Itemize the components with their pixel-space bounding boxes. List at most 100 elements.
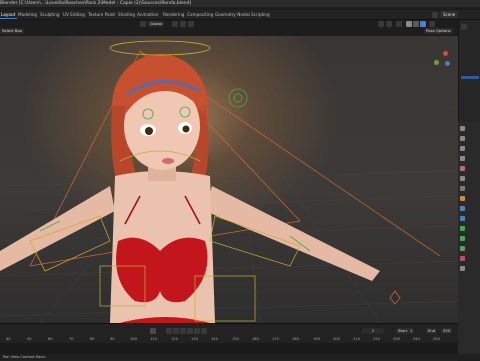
tab-texture-paint[interactable]: Texture Paint [88,10,115,19]
proportional-edit-icon[interactable] [188,21,194,27]
particles-props-icon[interactable] [460,216,465,221]
gizmo-toggle-icon[interactable] [378,21,384,27]
right-pupil [182,125,190,133]
tab-modeling[interactable]: Modeling [18,10,37,19]
left-pupil [145,127,153,135]
outliner-display-icon[interactable] [461,24,467,30]
jump-end-icon[interactable] [201,328,207,334]
world-props-icon[interactable] [460,176,465,181]
constraints-props-icon[interactable] [460,236,465,241]
tick-label: 160 [252,337,259,341]
data-props-icon[interactable] [460,246,465,251]
overlay-toggle-icon[interactable] [386,21,392,27]
window-title: Blender [C:\Users\...\Lovellia\Reaches\P… [0,1,192,6]
tick-label: 220 [373,337,380,341]
end-frame-label: End [426,328,438,334]
tab-animation[interactable]: Animation [137,10,158,19]
tab-uv-editing[interactable]: UV Editing [63,10,85,19]
xray-toggle-icon[interactable] [396,21,402,27]
pose-options-dropdown[interactable]: Pose Options [424,28,453,34]
step-forward-icon[interactable] [194,328,200,334]
tick-label: 190 [313,337,320,341]
workspace-tabs-bar: Layout Modeling Sculpting UV Editing Tex… [0,10,480,20]
tab-scripting[interactable]: Scripting [251,10,270,19]
collection-props-icon[interactable] [460,186,465,191]
play-icon[interactable] [187,328,193,334]
tick-label: 60 [48,337,53,341]
outliner-selected-row[interactable] [461,76,479,79]
physics-props-icon[interactable] [460,226,465,231]
navigation-gizmo[interactable] [430,48,454,72]
tick-label: 90 [110,337,115,341]
camera-view-icon[interactable] [448,100,454,106]
pan-hand-icon[interactable] [448,90,454,96]
viewport-header: Select Box Global Pose Options [0,20,458,36]
tab-geometry-nodes[interactable]: Geometry Nodes [215,10,250,19]
tick-label: 200 [333,337,340,341]
status-text: Pan View Context Menu [3,355,46,359]
tick-label: 170 [272,337,279,341]
tick-label: 140 [211,337,218,341]
gizmo-z-axis-icon[interactable] [445,61,450,66]
tick-label: 80 [90,337,95,341]
rig-halo-control[interactable] [109,40,211,56]
left-arm [0,186,115,271]
scene-props-icon[interactable] [460,166,465,171]
properties-panel[interactable] [458,122,480,360]
texture-props-icon[interactable] [460,266,465,271]
shading-material-icon[interactable] [413,21,419,27]
pivot-icon[interactable] [172,21,178,27]
shading-solid-icon[interactable] [406,21,412,27]
tick-label: 130 [191,337,198,341]
tick-label: 240 [413,337,420,341]
shading-options-icon[interactable] [429,21,435,27]
output-props-icon[interactable] [460,146,465,151]
perspective-grid-icon[interactable] [448,110,454,116]
scene-selector[interactable]: Scene [440,11,459,18]
render-props-icon[interactable] [460,136,465,141]
jump-start-icon[interactable] [166,328,172,334]
tab-rendering[interactable]: Rendering [163,10,184,19]
tick-label: 70 [69,337,74,341]
floor-grid [0,155,458,323]
status-bar: Pan View Context Menu [0,354,480,360]
scene-icon[interactable] [432,11,438,18]
select-box-dropdown[interactable]: Select Box [0,28,24,34]
snap-icon[interactable] [180,21,186,27]
step-back-icon[interactable] [173,328,179,334]
tick-label: 230 [393,337,400,341]
tab-layout[interactable]: Layout [0,10,18,19]
mouth [162,158,174,164]
tick-label: 250 [433,337,440,341]
start-frame-field[interactable]: 1 [408,328,415,334]
gizmo-y-axis-icon[interactable] [434,60,439,65]
viewport-scene [0,40,458,323]
tick-label: 210 [353,337,360,341]
tick-label: 180 [292,337,299,341]
play-reverse-icon[interactable] [180,328,186,334]
tick-label: 50 [27,337,32,341]
camera-frustum [29,50,441,267]
gizmo-x-axis-icon[interactable] [443,51,448,56]
tick-label: 150 [232,337,239,341]
zoom-icon[interactable] [448,80,454,86]
tool-props-icon[interactable] [460,126,465,131]
shading-rendered-icon[interactable] [420,21,426,27]
tick-label: 110 [150,337,157,341]
tab-sculpting[interactable]: Sculpting [40,10,60,19]
tick-label: 40 [6,337,11,341]
tab-shading[interactable]: Shading [118,10,135,19]
end-frame-field[interactable]: 250 [441,328,453,334]
tab-compositing[interactable]: Compositing [187,10,213,19]
modifier-props-icon[interactable] [460,206,465,211]
orientation-dropdown[interactable]: Global [148,21,165,27]
hand-ik-control[interactable] [389,290,401,305]
object-props-icon[interactable] [460,196,465,201]
material-props-icon[interactable] [460,256,465,261]
3d-viewport[interactable] [0,36,458,323]
current-frame-field[interactable]: 1 [362,328,384,334]
record-icon[interactable] [150,328,156,334]
view-layer-props-icon[interactable] [460,156,465,161]
transform-orientation-icon[interactable] [140,21,146,27]
title-bar: Blender [C:\Users\...\Lovellia\Reaches\P… [0,0,480,7]
